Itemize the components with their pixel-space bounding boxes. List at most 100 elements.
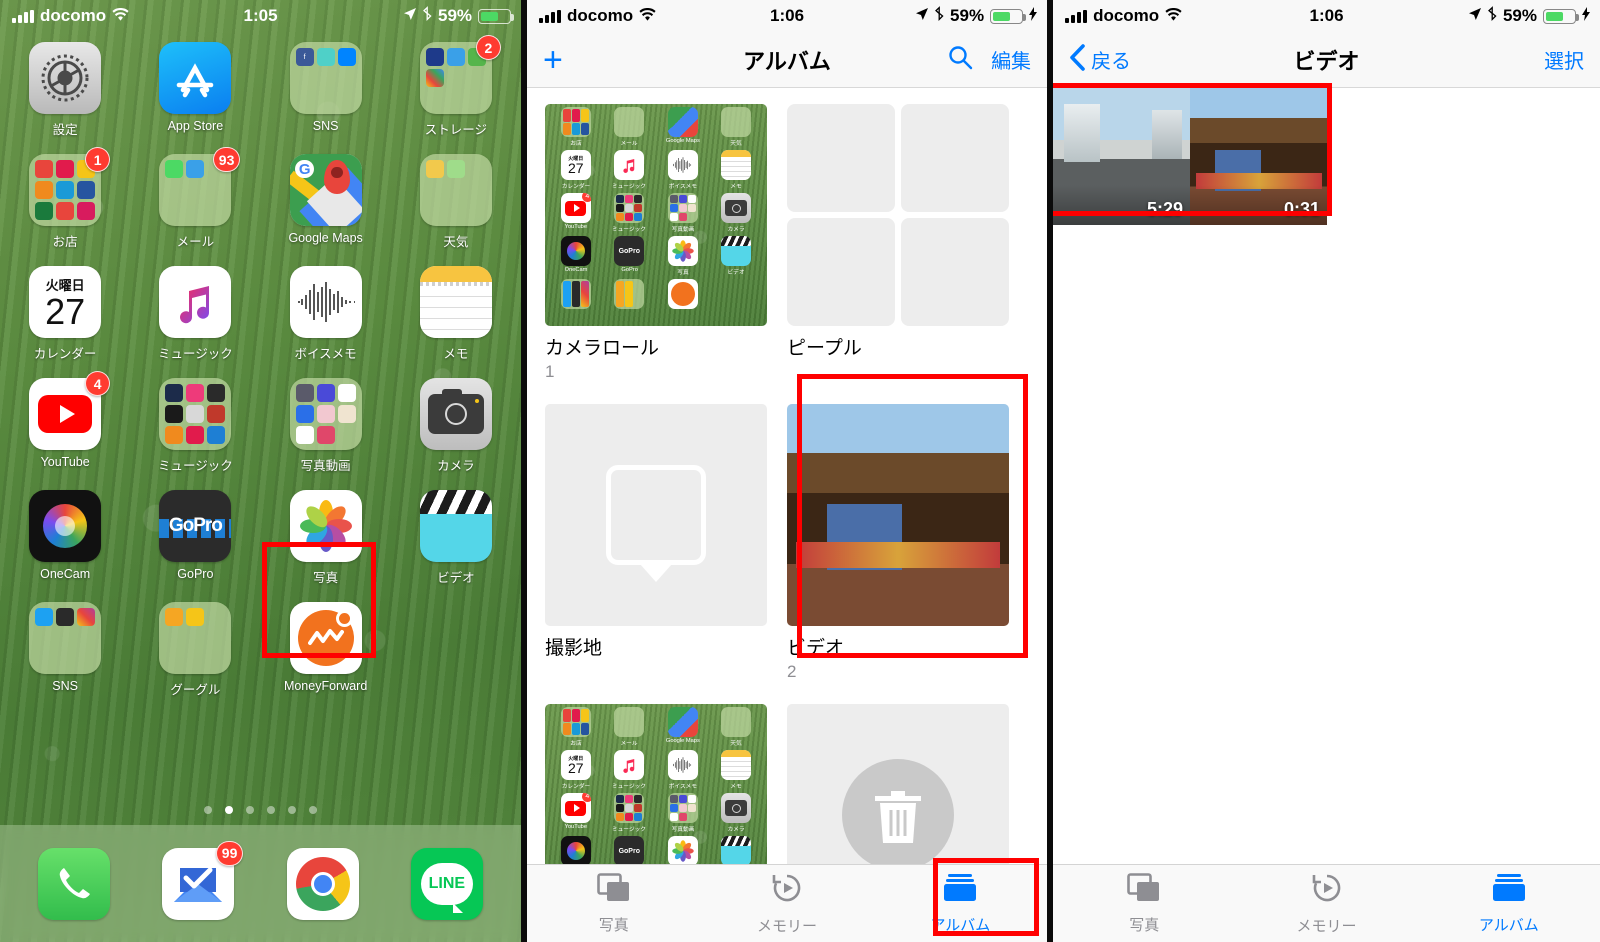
album-people[interactable]: ピープル <box>787 104 1010 382</box>
album-title: カメラロール <box>545 338 660 359</box>
video-duration: 5:29 <box>1147 199 1184 219</box>
tab-photos[interactable]: 写真 <box>527 872 700 935</box>
photos-albums-screen: docomo 1:06 59% + アルバム 編集 お店 メール Google … <box>527 0 1048 942</box>
select-button[interactable]: 選択 <box>1544 45 1584 74</box>
add-album-button[interactable]: + <box>543 43 563 77</box>
folder-photo-video[interactable]: 写真動画 <box>261 378 391 474</box>
tab-memories[interactable]: メモリー <box>1235 872 1417 936</box>
video-album-screen: docomo 1:06 59% 戻る ビデオ 選択 5:29 0:31 写真 メ… <box>1053 0 1600 942</box>
tab-albums[interactable]: アルバム <box>1418 873 1600 935</box>
apple-music-icon <box>159 266 232 338</box>
folder-storage[interactable]: 2 ストレージ <box>391 35 521 138</box>
folder-music[interactable]: ミュージック <box>130 378 260 474</box>
back-button[interactable]: 戻る <box>1069 43 1131 76</box>
folder-shops[interactable]: 1 お店 <box>0 147 130 250</box>
app-label: MoneyForward <box>283 679 368 693</box>
app-label: ミュージック <box>157 459 233 473</box>
badge-count: 1 <box>85 147 111 172</box>
app-label: 設定 <box>52 123 78 137</box>
albums-books-icon <box>1492 873 1526 908</box>
app-music[interactable]: ミュージック <box>130 266 260 362</box>
people-placeholder <box>787 104 896 212</box>
page-dot <box>267 806 276 814</box>
album-count: 2 <box>787 662 797 681</box>
app-voice-memos[interactable]: ボイスメモ <box>261 266 391 362</box>
app-gopro[interactable]: GoPro GoPro <box>130 490 260 586</box>
edit-button[interactable]: 編集 <box>991 45 1031 74</box>
app-moneyforward[interactable]: MoneyForward <box>261 602 391 698</box>
app-settings[interactable]: 設定 <box>0 42 130 138</box>
video-item-2[interactable]: 0:31 <box>1190 88 1328 225</box>
folder-mail[interactable]: 93 メール <box>130 147 260 250</box>
map-pin-icon <box>606 465 707 565</box>
dock-app-inbox[interactable]: 99 <box>162 840 244 920</box>
album-camera-roll[interactable]: お店 メール Google Maps 天気 火曜日 27 カレンダー ミュージック … <box>545 104 768 382</box>
app-label: ミュージック <box>157 347 233 361</box>
photos-stack-icon <box>1127 872 1161 908</box>
folder-sns-top[interactable]: f SNS <box>261 42 391 138</box>
albums-tabbar: 写真 メモリー アルバム <box>527 864 1048 942</box>
app-label: YouTube <box>40 455 90 469</box>
line-icon: LINE <box>410 847 483 920</box>
app-camera[interactable]: カメラ <box>391 378 521 474</box>
tab-label: 写真 <box>1129 916 1160 934</box>
app-label: ビデオ <box>437 571 475 585</box>
album-title: ピープル <box>787 338 862 359</box>
dock-app-phone[interactable] <box>38 847 111 920</box>
folder-weather[interactable]: 天気 <box>391 154 521 250</box>
search-icon[interactable] <box>948 45 973 75</box>
app-label: カメラ <box>437 459 475 473</box>
memories-clock-play-icon <box>771 872 803 909</box>
settings-gear-icon <box>29 42 102 114</box>
album-videos[interactable]: ビデオ 2 <box>787 404 1010 682</box>
folder-google[interactable]: グーグル <box>130 602 260 698</box>
clock: 1:06 <box>1309 6 1344 25</box>
app-app-store[interactable]: App Store <box>130 42 260 138</box>
tab-label: アルバム <box>1478 916 1539 934</box>
badge-count: 2 <box>475 35 501 60</box>
app-calendar[interactable]: 火曜日 27 カレンダー <box>0 266 130 362</box>
album-places[interactable]: 撮影地 <box>545 404 768 682</box>
video-item-1[interactable]: 5:29 <box>1053 88 1191 225</box>
app-onecam[interactable]: OneCam <box>0 490 130 586</box>
moneyforward-icon <box>289 602 362 674</box>
app-label: メモ <box>443 347 469 361</box>
tab-memories[interactable]: メモリー <box>700 872 873 936</box>
people-placeholder-grid <box>787 104 1010 326</box>
chevron-left-icon <box>1069 43 1085 76</box>
app-youtube[interactable]: 4 YouTube <box>0 371 130 474</box>
tab-photos[interactable]: 写真 <box>1053 872 1235 935</box>
iphone-home-screen: docomo 1:05 59% 設定 App Store f SNS 2 ストレ… <box>0 0 522 942</box>
album-thumbnail <box>545 404 768 626</box>
gopro-icon: GoPro <box>159 490 232 562</box>
app-videos[interactable]: ビデオ <box>391 490 521 586</box>
app-label: ストレージ <box>424 123 487 137</box>
dock: 99 LINE <box>0 825 522 942</box>
app-photos[interactable]: 写真 <box>261 490 391 586</box>
notes-icon <box>419 266 492 338</box>
page-title: ビデオ <box>1293 48 1360 74</box>
badge-count: 4 <box>85 371 111 396</box>
dock-app-chrome[interactable] <box>286 847 359 920</box>
app-notes[interactable]: メモ <box>391 266 521 362</box>
page-dots[interactable] <box>0 806 521 814</box>
app-label: SNS <box>312 119 339 133</box>
status-bar-albums: docomo 1:06 59% <box>527 0 1048 32</box>
tab-albums[interactable]: アルバム <box>874 873 1047 935</box>
app-row-3: 火曜日 27 カレンダー ミュージック ボイスメモ メモ <box>0 266 521 362</box>
app-label: GoPro <box>177 567 214 581</box>
album-title: 撮影地 <box>545 638 603 659</box>
app-label: Google Maps <box>288 231 363 245</box>
dock-app-line[interactable]: LINE <box>410 847 483 920</box>
home-screen-screenshot: お店 メール Google Maps 天気 火曜日 27 カレンダー ミュージック … <box>545 104 768 326</box>
app-label: メール <box>176 235 215 249</box>
trash-icon <box>842 759 955 871</box>
folder-icon <box>289 378 362 450</box>
app-label: 写真 <box>313 571 339 585</box>
app-slot-empty <box>391 602 521 698</box>
app-google-maps[interactable]: G Google Maps <box>261 154 391 250</box>
folder-sns-bottom[interactable]: SNS <box>0 602 130 698</box>
albums-navbar: + アルバム 編集 <box>527 32 1048 88</box>
video-grid: 5:29 0:31 <box>1053 88 1600 225</box>
voice-memos-icon <box>289 266 362 338</box>
